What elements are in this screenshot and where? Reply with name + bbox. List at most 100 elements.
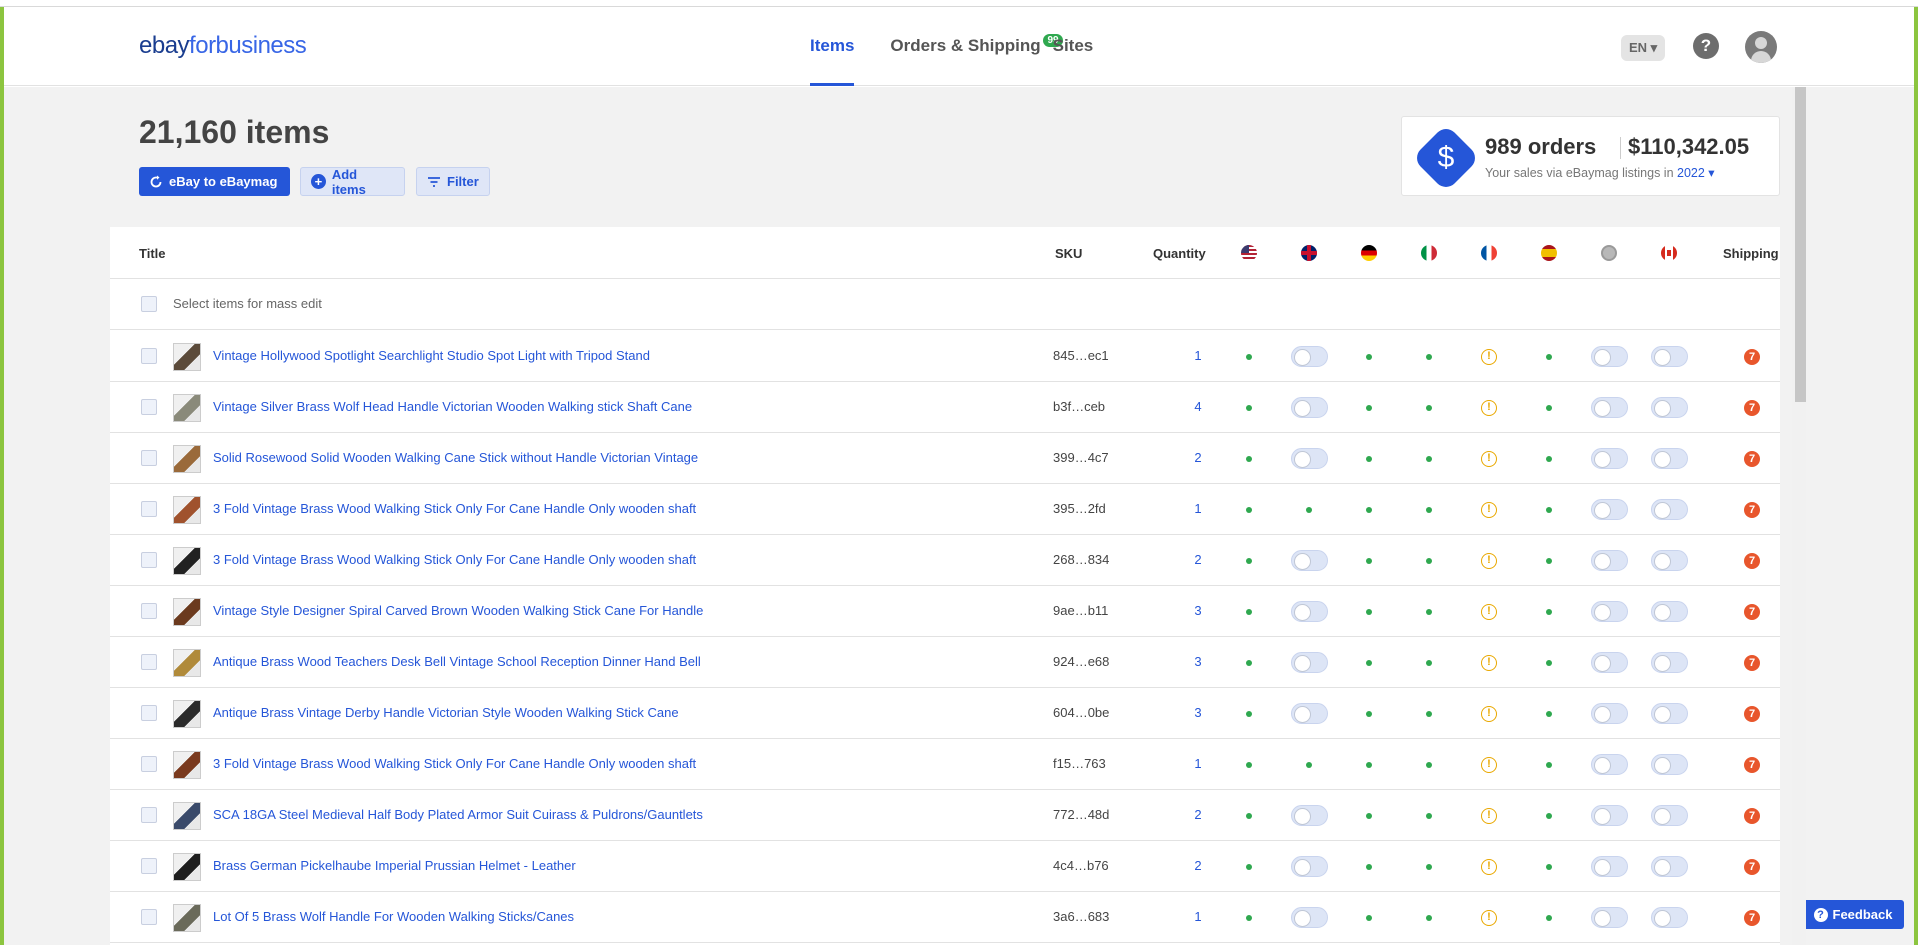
item-quantity[interactable]: 3 xyxy=(1188,654,1208,669)
item-thumbnail[interactable] xyxy=(173,547,201,575)
row-checkbox[interactable] xyxy=(141,807,157,823)
item-title-link[interactable]: Vintage Silver Brass Wolf Head Handle Vi… xyxy=(213,399,692,414)
it-flag-icon[interactable] xyxy=(1421,245,1437,261)
item-title-link[interactable]: 3 Fold Vintage Brass Wood Walking Stick … xyxy=(213,756,696,771)
shipping-status-icon[interactable]: 7 xyxy=(1744,553,1760,569)
site-listing-toggle[interactable] xyxy=(1591,346,1628,367)
item-quantity[interactable]: 2 xyxy=(1188,807,1208,822)
warning-icon[interactable]: ! xyxy=(1481,451,1497,467)
site-listing-toggle[interactable] xyxy=(1651,805,1688,826)
shipping-status-icon[interactable]: 7 xyxy=(1744,859,1760,875)
de-flag-icon[interactable] xyxy=(1361,245,1377,261)
ca-flag-icon[interactable] xyxy=(1661,245,1677,261)
site-listing-toggle[interactable] xyxy=(1291,448,1328,469)
item-title-link[interactable]: Vintage Style Designer Spiral Carved Bro… xyxy=(213,603,703,618)
site-listing-toggle[interactable] xyxy=(1291,397,1328,418)
item-quantity[interactable]: 1 xyxy=(1188,348,1208,363)
shipping-status-icon[interactable]: 7 xyxy=(1744,400,1760,416)
site-listing-toggle[interactable] xyxy=(1651,601,1688,622)
uk-flag-icon[interactable] xyxy=(1301,245,1317,261)
item-title-link[interactable]: Lot Of 5 Brass Wolf Handle For Wooden Wa… xyxy=(213,909,574,924)
item-thumbnail[interactable] xyxy=(173,394,201,422)
row-checkbox[interactable] xyxy=(141,705,157,721)
select-all-checkbox[interactable] xyxy=(141,296,157,312)
tab-items[interactable]: Items xyxy=(810,8,855,86)
item-title-link[interactable]: Solid Rosewood Solid Wooden Walking Cane… xyxy=(213,450,698,465)
item-thumbnail[interactable] xyxy=(173,598,201,626)
globe-flag-icon[interactable] xyxy=(1601,245,1617,261)
scrollbar-thumb[interactable] xyxy=(1795,87,1806,402)
item-quantity[interactable]: 1 xyxy=(1188,501,1208,516)
warning-icon[interactable]: ! xyxy=(1481,655,1497,671)
site-listing-toggle[interactable] xyxy=(1591,499,1628,520)
site-listing-toggle[interactable] xyxy=(1591,448,1628,469)
site-listing-toggle[interactable] xyxy=(1591,754,1628,775)
shipping-status-icon[interactable]: 7 xyxy=(1744,655,1760,671)
site-listing-toggle[interactable] xyxy=(1591,601,1628,622)
site-listing-toggle[interactable] xyxy=(1291,856,1328,877)
help-icon[interactable]: ? xyxy=(1693,33,1719,59)
item-thumbnail[interactable] xyxy=(173,496,201,524)
shipping-status-icon[interactable]: 7 xyxy=(1744,910,1760,926)
item-thumbnail[interactable] xyxy=(173,343,201,371)
item-quantity[interactable]: 2 xyxy=(1188,450,1208,465)
shipping-status-icon[interactable]: 7 xyxy=(1744,757,1760,773)
item-quantity[interactable]: 3 xyxy=(1188,603,1208,618)
sync-ebay-button[interactable]: eBay to eBaymag xyxy=(139,167,290,196)
warning-icon[interactable]: ! xyxy=(1481,502,1497,518)
add-items-button[interactable]: + Add items xyxy=(300,167,405,197)
row-checkbox[interactable] xyxy=(141,501,157,517)
col-shipping[interactable]: Shipping xyxy=(1723,246,1779,261)
item-quantity[interactable]: 4 xyxy=(1188,399,1208,414)
shipping-status-icon[interactable]: 7 xyxy=(1744,349,1760,365)
warning-icon[interactable]: ! xyxy=(1481,808,1497,824)
site-listing-toggle[interactable] xyxy=(1591,805,1628,826)
warning-icon[interactable]: ! xyxy=(1481,859,1497,875)
row-checkbox[interactable] xyxy=(141,348,157,364)
item-title-link[interactable]: Vintage Hollywood Spotlight Searchlight … xyxy=(213,348,650,363)
site-listing-toggle[interactable] xyxy=(1651,499,1688,520)
site-listing-toggle[interactable] xyxy=(1291,805,1328,826)
site-listing-toggle[interactable] xyxy=(1591,856,1628,877)
item-title-link[interactable]: SCA 18GA Steel Medieval Half Body Plated… xyxy=(213,807,703,822)
item-thumbnail[interactable] xyxy=(173,802,201,830)
item-thumbnail[interactable] xyxy=(173,445,201,473)
shipping-status-icon[interactable]: 7 xyxy=(1744,706,1760,722)
us-flag-icon[interactable] xyxy=(1241,245,1257,261)
row-checkbox[interactable] xyxy=(141,603,157,619)
item-title-link[interactable]: 3 Fold Vintage Brass Wood Walking Stick … xyxy=(213,552,696,567)
site-listing-toggle[interactable] xyxy=(1291,907,1328,928)
site-listing-toggle[interactable] xyxy=(1651,754,1688,775)
site-listing-toggle[interactable] xyxy=(1291,703,1328,724)
scrollbar[interactable] xyxy=(1792,87,1806,945)
site-listing-toggle[interactable] xyxy=(1651,550,1688,571)
tab-orders-shipping[interactable]: Orders & Shipping 99 xyxy=(890,8,1063,86)
tab-sites[interactable]: Sites xyxy=(1053,8,1094,86)
row-checkbox[interactable] xyxy=(141,756,157,772)
site-listing-toggle[interactable] xyxy=(1651,397,1688,418)
warning-icon[interactable]: ! xyxy=(1481,553,1497,569)
site-listing-toggle[interactable] xyxy=(1651,856,1688,877)
language-selector[interactable]: EN ▾ xyxy=(1621,35,1666,61)
item-quantity[interactable]: 2 xyxy=(1188,552,1208,567)
row-checkbox[interactable] xyxy=(141,654,157,670)
year-selector[interactable]: 2022 ▾ xyxy=(1677,166,1715,180)
item-title-link[interactable]: Antique Brass Vintage Derby Handle Victo… xyxy=(213,705,679,720)
warning-icon[interactable]: ! xyxy=(1481,400,1497,416)
warning-icon[interactable]: ! xyxy=(1481,706,1497,722)
avatar[interactable] xyxy=(1745,31,1777,63)
item-quantity[interactable]: 1 xyxy=(1188,909,1208,924)
ebay-for-business-logo[interactable]: ebayforbusiness xyxy=(139,32,307,60)
warning-icon[interactable]: ! xyxy=(1481,349,1497,365)
site-listing-toggle[interactable] xyxy=(1591,907,1628,928)
shipping-status-icon[interactable]: 7 xyxy=(1744,502,1760,518)
item-title-link[interactable]: 3 Fold Vintage Brass Wood Walking Stick … xyxy=(213,501,696,516)
row-checkbox[interactable] xyxy=(141,399,157,415)
col-quantity[interactable]: Quantity xyxy=(1153,246,1206,261)
row-checkbox[interactable] xyxy=(141,909,157,925)
row-checkbox[interactable] xyxy=(141,858,157,874)
es-flag-icon[interactable] xyxy=(1541,245,1557,261)
site-listing-toggle[interactable] xyxy=(1651,652,1688,673)
item-quantity[interactable]: 1 xyxy=(1188,756,1208,771)
row-checkbox[interactable] xyxy=(141,552,157,568)
